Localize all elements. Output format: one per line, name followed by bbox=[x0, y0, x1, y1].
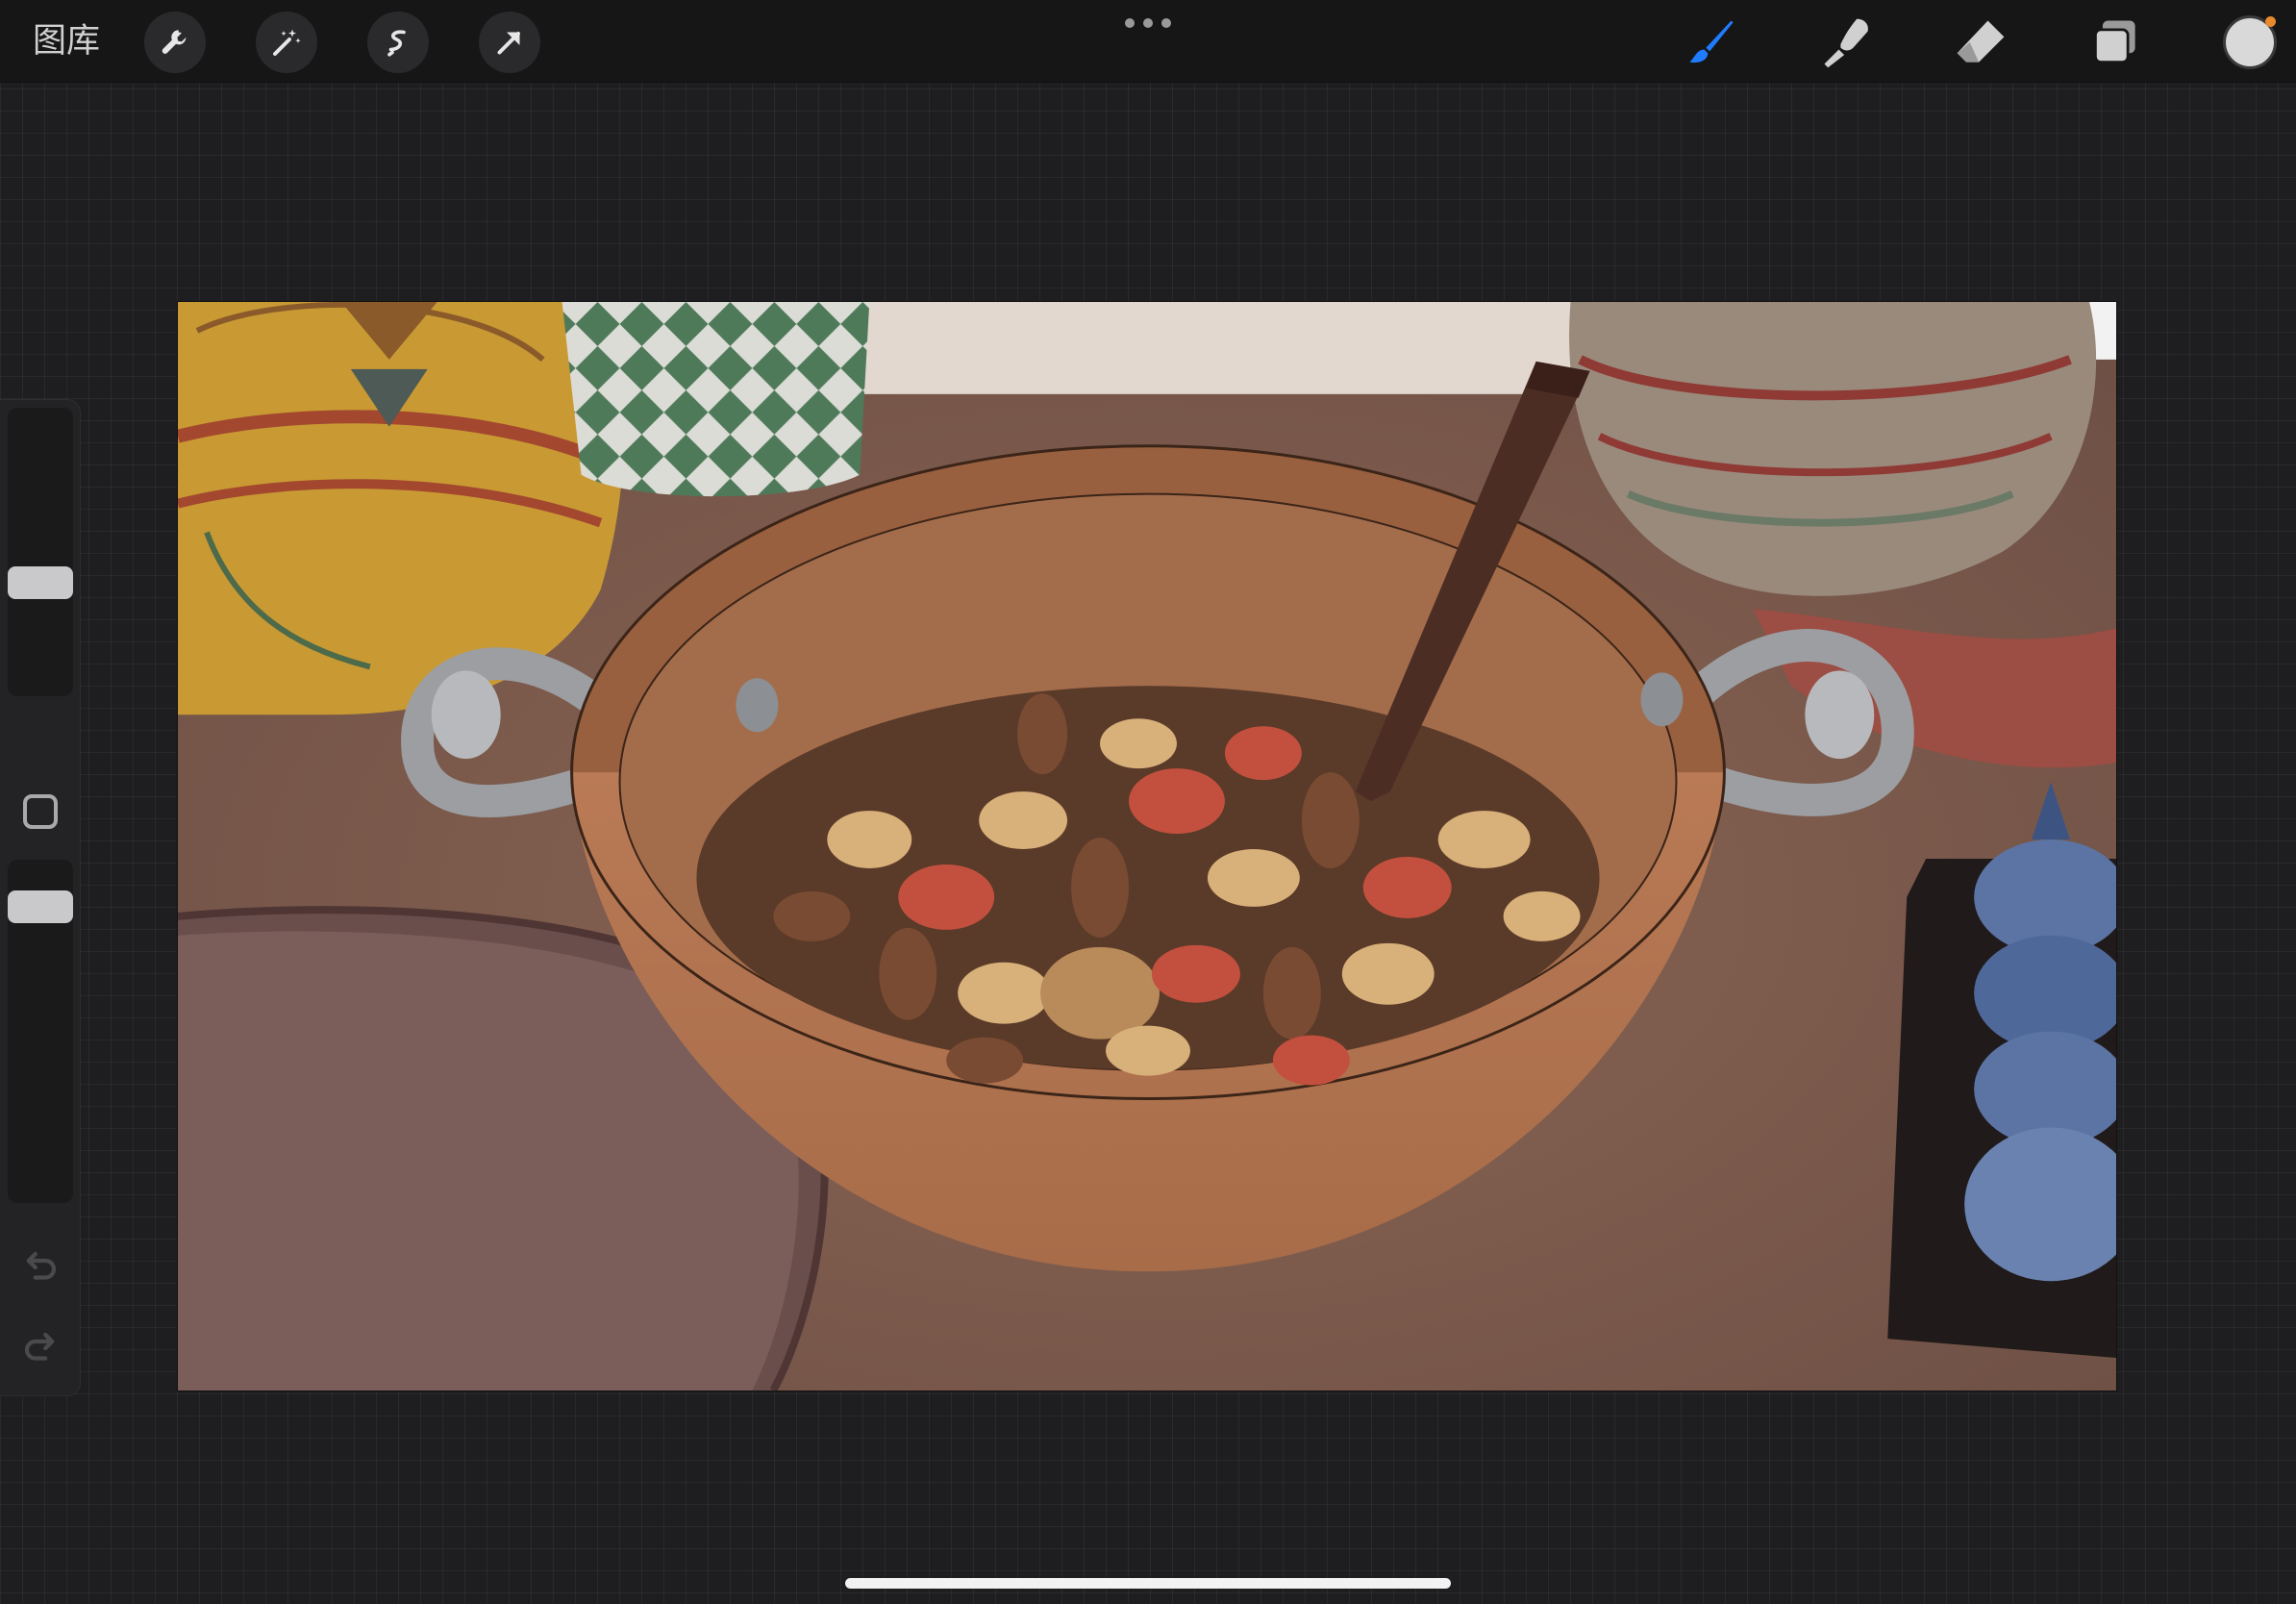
actions-button[interactable] bbox=[144, 12, 206, 73]
left-sidebar bbox=[0, 399, 81, 1396]
transform-arrow-icon bbox=[497, 32, 520, 55]
opacity-slider[interactable] bbox=[8, 860, 73, 1203]
drawing-canvas[interactable] bbox=[177, 301, 2117, 1391]
magic-wand-icon bbox=[273, 29, 301, 56]
brush-tool-button[interactable] bbox=[1679, 10, 1744, 75]
undo-icon bbox=[26, 1251, 57, 1280]
layers-tool-button[interactable] bbox=[2083, 10, 2148, 75]
adjustments-button[interactable] bbox=[256, 12, 317, 73]
home-indicator[interactable] bbox=[845, 1578, 1451, 1589]
brush-size-thumb[interactable] bbox=[8, 566, 73, 599]
eraser-icon bbox=[1957, 20, 2005, 63]
more-dots-icon[interactable] bbox=[1125, 15, 1171, 31]
transform-button[interactable] bbox=[479, 12, 540, 73]
eraser-tool-button[interactable] bbox=[1948, 10, 2013, 75]
wrench-icon bbox=[162, 30, 187, 54]
top-toolbar: 图库 bbox=[0, 0, 2296, 83]
smudge-icon bbox=[1824, 18, 1868, 68]
brush-icon bbox=[1689, 20, 1734, 63]
opacity-thumb[interactable] bbox=[8, 890, 73, 923]
color-picker-button[interactable] bbox=[2223, 15, 2277, 69]
nut-bowl-illustration bbox=[178, 302, 2116, 1391]
brush-size-slider[interactable] bbox=[8, 408, 73, 696]
redo-button[interactable] bbox=[17, 1325, 63, 1371]
layers-icon bbox=[2093, 20, 2135, 64]
smudge-tool-button[interactable] bbox=[1813, 10, 1879, 75]
redo-icon bbox=[24, 1332, 55, 1361]
selection-button[interactable] bbox=[367, 12, 429, 73]
color-indicator-dot bbox=[2265, 16, 2276, 27]
undo-button[interactable] bbox=[17, 1244, 63, 1291]
square-modify-icon[interactable] bbox=[23, 794, 58, 829]
gallery-button[interactable]: 图库 bbox=[33, 17, 100, 65]
selection-icon bbox=[387, 30, 406, 57]
